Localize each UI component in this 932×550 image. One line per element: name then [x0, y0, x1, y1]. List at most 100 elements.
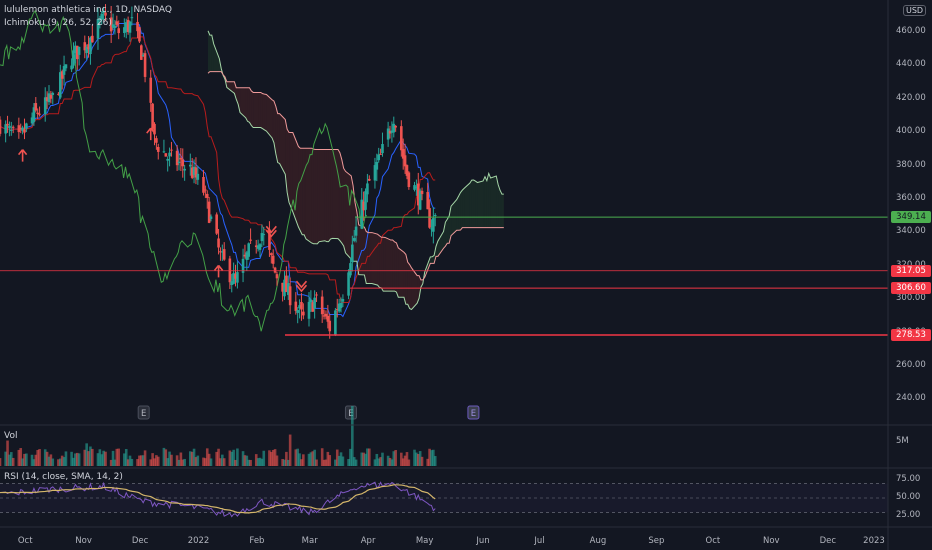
- candle-body: [428, 208, 431, 228]
- cloud-segment: [260, 92, 263, 129]
- volume-bar: [91, 448, 94, 466]
- candle-body: [339, 303, 343, 309]
- cloud-segment: [272, 99, 274, 143]
- candle-body: [270, 253, 273, 255]
- time-tick-label: May: [415, 536, 434, 546]
- candle-body: [207, 201, 211, 223]
- signal-arrows: [17, 127, 308, 293]
- cloud-segment: [305, 148, 312, 243]
- time-tick-label: Apr: [360, 536, 376, 546]
- candle-body: [51, 92, 55, 95]
- cloud-segment: [315, 149, 318, 244]
- cloud-segment: [370, 232, 372, 284]
- cloud-segment: [328, 149, 331, 242]
- price-level-pill[interactable]: 278.53: [891, 329, 931, 342]
- time-tick-label: Feb: [249, 536, 265, 546]
- candle-body: [38, 113, 41, 115]
- volume-bar: [407, 459, 411, 466]
- price-tick-label: 340.00: [896, 226, 926, 237]
- time-tick-label: Jun: [476, 536, 490, 546]
- cloud-segment: [396, 242, 399, 298]
- candle-body: [271, 255, 275, 264]
- candle-body: [91, 35, 94, 43]
- candle-body: [175, 150, 179, 166]
- price-tick-label: 300.00: [896, 293, 926, 304]
- candle-body: [294, 301, 298, 311]
- candle-body: [183, 168, 186, 171]
- volume-label[interactable]: Vol: [4, 431, 17, 441]
- volume-bar: [77, 453, 81, 466]
- candle-body: [367, 178, 371, 181]
- candle-body: [349, 263, 352, 276]
- volume-bar: [381, 452, 384, 466]
- candle-body: [128, 21, 132, 33]
- candle-body: [400, 126, 403, 151]
- candle-body: [315, 294, 318, 296]
- candle-body: [115, 21, 119, 25]
- cloud-segment: [500, 190, 502, 228]
- candle-body: [34, 103, 38, 111]
- cloud-segment: [460, 190, 463, 231]
- cloud-segment: [368, 232, 371, 284]
- candle-body: [181, 159, 185, 167]
- price-tick-label: 380.00: [896, 159, 926, 170]
- time-tick-label: Nov: [763, 536, 780, 546]
- cloud-segment: [394, 241, 397, 293]
- candle-body: [215, 214, 218, 234]
- cloud-segment: [371, 232, 378, 286]
- cloud-segment: [501, 194, 504, 228]
- cloud-segment: [208, 30, 210, 74]
- candle-body: [49, 94, 53, 99]
- candle-body: [162, 151, 166, 153]
- rsi-tick-label: 50.00: [896, 492, 921, 502]
- candle-body: [138, 27, 141, 42]
- candle-body: [300, 302, 303, 310]
- time-tick-label: Mar: [301, 536, 318, 546]
- candle-body: [0, 119, 2, 134]
- time-tick-label: Nov: [75, 536, 92, 546]
- candle-body: [432, 218, 435, 232]
- time-tick-label: Aug: [589, 536, 607, 546]
- cloud-segment: [262, 93, 265, 130]
- candle-body: [354, 226, 358, 236]
- cloud-segment: [407, 262, 410, 309]
- candle-body: [8, 125, 11, 129]
- cloud-segment: [251, 90, 254, 128]
- candle-body: [288, 286, 292, 306]
- cloud-segment: [330, 149, 333, 240]
- candle-body: [309, 299, 313, 303]
- volume-bar: [196, 455, 200, 466]
- price-level-pill[interactable]: 306.60: [891, 282, 931, 295]
- candle-body: [6, 123, 9, 126]
- candle-body: [70, 65, 73, 70]
- rsi-label[interactable]: RSI (14, close, SMA, 14, 2): [4, 472, 123, 482]
- volume-bar: [51, 458, 55, 466]
- volume-bar: [143, 450, 147, 466]
- currency-badge[interactable]: USD: [903, 5, 927, 16]
- volume-bar: [117, 448, 120, 466]
- earnings-marker-label: E: [471, 409, 476, 419]
- candle-body: [168, 152, 171, 157]
- candle-body: [407, 172, 411, 188]
- cloud-segment: [381, 237, 384, 292]
- candle-body: [341, 299, 345, 302]
- pane-separators[interactable]: [0, 0, 932, 550]
- volume-bar: [222, 458, 226, 466]
- candle-body: [204, 189, 207, 191]
- indicator-ichimoku-label[interactable]: Ichimoku (9, 26, 52, 26): [4, 18, 112, 28]
- volume-bar: [0, 458, 2, 466]
- cloud-segment: [377, 234, 380, 288]
- chart-canvas[interactable]: EEE: [0, 0, 932, 550]
- time-tick-label: Oct: [17, 536, 33, 546]
- cloud-segment: [319, 149, 325, 242]
- symbol-title[interactable]: lululemon athletica inc., 1D, NASDAQ: [4, 5, 172, 15]
- earnings-markers[interactable]: EEE: [137, 405, 480, 420]
- volume-bar: [104, 451, 107, 466]
- volume-bar: [38, 449, 41, 466]
- cloud-segment: [383, 237, 386, 292]
- price-level-pill[interactable]: 349.14: [891, 211, 931, 224]
- candle-body: [177, 161, 181, 163]
- candle-body: [352, 238, 356, 241]
- volume-bars: [0, 406, 437, 466]
- price-level-pill[interactable]: 317.05: [891, 264, 931, 277]
